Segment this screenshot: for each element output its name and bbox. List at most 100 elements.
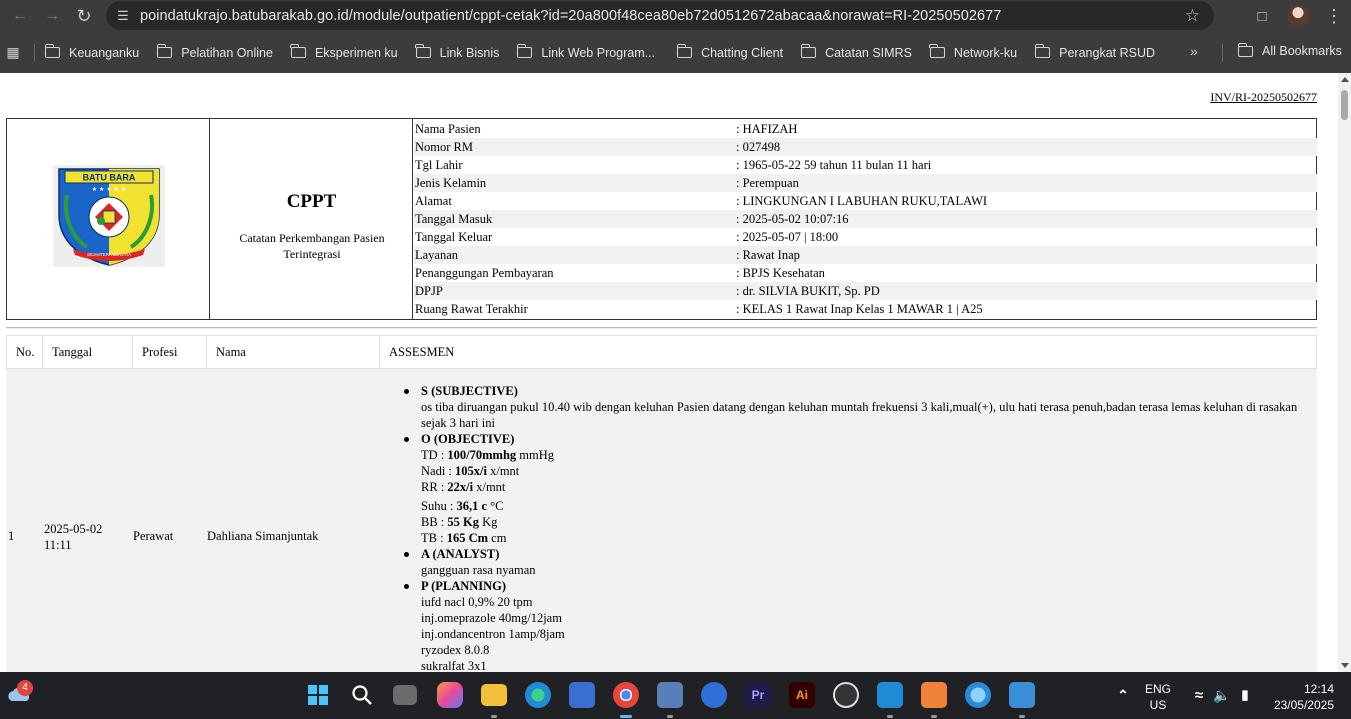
bookmark-folder[interactable]: Link Bisnis xyxy=(415,44,500,60)
info-label: Ruang Rawat Terakhir xyxy=(415,302,528,316)
bookmark-folder[interactable]: Catatan SIMRS xyxy=(800,44,912,60)
planning-line: iufd nacl 0,9% 20 tpm xyxy=(421,595,533,609)
address-bar[interactable]: ☰ poindatukrajo.batubarakab.go.id/module… xyxy=(106,1,1214,30)
header-assesmen: ASSESMEN xyxy=(389,345,455,359)
system-clock[interactable]: 12:14 23/05/2025 xyxy=(1268,681,1334,713)
vital-unit: x/mnt xyxy=(486,464,520,478)
folder-icon xyxy=(290,44,306,58)
notepad-icon[interactable] xyxy=(1009,682,1035,708)
language-indicator[interactable]: ENG US xyxy=(1145,681,1171,713)
info-value: : 2025-05-02 10:07:16 xyxy=(736,212,849,226)
bookmark-folder[interactable]: Keuanganku xyxy=(44,44,140,60)
page-scrollbar[interactable] xyxy=(1338,73,1351,672)
vital-unit: mmHg xyxy=(516,448,554,462)
vital-nadi: Nadi : 105x/i x/mnt xyxy=(421,463,1302,479)
scroll-thumb[interactable] xyxy=(1341,90,1348,120)
bookmark-label: Perangkat RSUD xyxy=(1059,45,1156,60)
bookmark-folder[interactable]: Perangkat RSUD xyxy=(1034,44,1156,60)
vital-label: RR : xyxy=(421,480,448,494)
vital-unit: x/mnt xyxy=(473,480,506,494)
apps-grid-icon[interactable]: ▦ xyxy=(0,44,26,61)
vital-value: 55 Kg xyxy=(447,515,480,529)
info-value: : 2025-05-07 | 18:00 xyxy=(736,230,839,244)
info-row: Tanggal Masuk : 2025-05-02 10:07:16 xyxy=(414,210,1317,228)
info-label: Nama Pasien xyxy=(415,122,481,136)
store-icon[interactable] xyxy=(569,682,595,708)
menu-kebab-icon[interactable]: ⋮ xyxy=(1317,6,1351,27)
page-content: INV/RI-20250502677 BATU BARA ★ ★ ★ ★ ★ S… xyxy=(0,73,1338,672)
vital-unit: Kg xyxy=(479,515,498,529)
xampp-icon[interactable] xyxy=(921,682,947,708)
profile-avatar[interactable] xyxy=(1287,5,1309,27)
scroll-down-arrow-icon[interactable] xyxy=(1341,663,1349,668)
info-row: Jenis Kelamin: Perempuan xyxy=(414,174,1317,192)
extensions-icon[interactable]: □ xyxy=(1245,8,1279,25)
running-indicator xyxy=(931,715,937,718)
url-text[interactable]: poindatukrajo.batubarakab.go.id/module/o… xyxy=(140,8,1001,24)
folder-icon xyxy=(800,44,817,58)
edge-browser-icon[interactable] xyxy=(525,682,551,708)
chrome-browser-icon[interactable] xyxy=(613,682,639,708)
bookmarks-overflow-chevron-icon[interactable]: » xyxy=(1190,43,1198,59)
table-header: No. Tanggal Profesi Nama ASSESMEN xyxy=(6,335,1317,369)
row-nama: Dahliana Simanjuntak xyxy=(207,529,319,543)
vital-label: BB : xyxy=(421,515,448,529)
chat-app-icon[interactable] xyxy=(701,682,727,708)
tray-chevron-up-icon[interactable]: ⌃ xyxy=(1110,682,1136,708)
invoice-link[interactable]: INV/RI-20250502677 xyxy=(1210,90,1317,105)
info-label: Layanan xyxy=(415,248,459,262)
task-view-icon[interactable] xyxy=(393,685,417,705)
all-bookmarks-label: All Bookmarks xyxy=(1262,44,1342,58)
vital-label: TB : xyxy=(421,531,447,545)
folder-icon xyxy=(1034,44,1051,58)
bookmarks-divider xyxy=(1222,44,1223,62)
all-bookmarks-button[interactable]: All Bookmarks xyxy=(1237,42,1342,58)
planning-line: ryzodex 8.0.8 xyxy=(421,643,490,657)
back-arrow-icon[interactable]: ← xyxy=(4,0,36,32)
info-row: Penanggungan Pembayaran: BPJS Kesehatan xyxy=(414,264,1317,282)
soap-planning: P (PLANNING) iufd nacl 0,9% 20 tpm inj.o… xyxy=(402,578,1302,672)
reload-icon[interactable]: ↻ xyxy=(68,0,100,32)
bookmark-label: Link Bisnis xyxy=(439,45,500,60)
bookmark-star-icon[interactable]: ☆ xyxy=(1185,6,1200,26)
bookmark-folder[interactable]: Chatting Client xyxy=(676,44,783,60)
vital-tb: TB : 165 Cm cm xyxy=(421,530,1302,546)
file-explorer-icon[interactable] xyxy=(481,684,507,706)
bookmark-folder[interactable]: Eksperimen ku xyxy=(290,44,398,60)
vital-suhu: Suhu : 36,1 c °C xyxy=(421,498,1302,514)
vscode-icon[interactable] xyxy=(877,682,903,708)
running-indicator xyxy=(667,715,673,718)
network-globe-icon[interactable] xyxy=(965,682,991,708)
header-nama: Nama xyxy=(207,335,380,369)
bookmark-folder[interactable]: Pelatihan Online xyxy=(156,44,273,60)
premiere-pro-icon[interactable]: Pr xyxy=(745,682,771,708)
section-divider xyxy=(6,327,1317,329)
vital-value: 105x/i xyxy=(455,464,487,478)
bookmarks-bar: ▦ Keuanganku Pelatihan Online Eksperimen… xyxy=(0,32,1351,73)
illustrator-icon[interactable]: Ai xyxy=(789,682,815,708)
info-label: Jenis Kelamin xyxy=(415,176,487,190)
bookmark-folder[interactable]: Network-ku xyxy=(929,44,1017,60)
planning-line: inj.omeprazole 40mg/12jam xyxy=(421,611,562,625)
bookmark-label: Keuanganku xyxy=(69,45,140,60)
info-label: Tanggal Masuk xyxy=(415,212,493,226)
search-icon[interactable] xyxy=(349,682,375,708)
folder-icon xyxy=(156,44,173,58)
info-label: Alamat xyxy=(415,194,452,208)
patient-header: BATU BARA ★ ★ ★ ★ ★ SEJAHTERA BERJAYA CP… xyxy=(6,118,1317,320)
row-profesi: Perawat xyxy=(133,529,174,543)
copilot-icon[interactable] xyxy=(437,682,463,708)
document-title: CPPT xyxy=(286,191,337,212)
forward-arrow-icon[interactable]: → xyxy=(36,0,68,32)
running-indicator xyxy=(1019,715,1025,718)
scroll-up-arrow-icon[interactable] xyxy=(1341,77,1349,82)
bookmark-folder[interactable]: Link Web Program... xyxy=(516,44,655,60)
battery-icon[interactable]: ▮ xyxy=(1232,682,1258,708)
start-windows-icon[interactable] xyxy=(305,682,331,708)
site-info-icon[interactable]: ☰ xyxy=(106,8,140,24)
vital-unit: °C xyxy=(487,499,504,513)
title-cell: CPPT Catatan Perkembangan Pasien Terinte… xyxy=(210,119,413,319)
folder-icon xyxy=(676,44,693,58)
obs-studio-icon[interactable] xyxy=(833,682,859,708)
remote-desktop-icon[interactable] xyxy=(657,682,683,708)
